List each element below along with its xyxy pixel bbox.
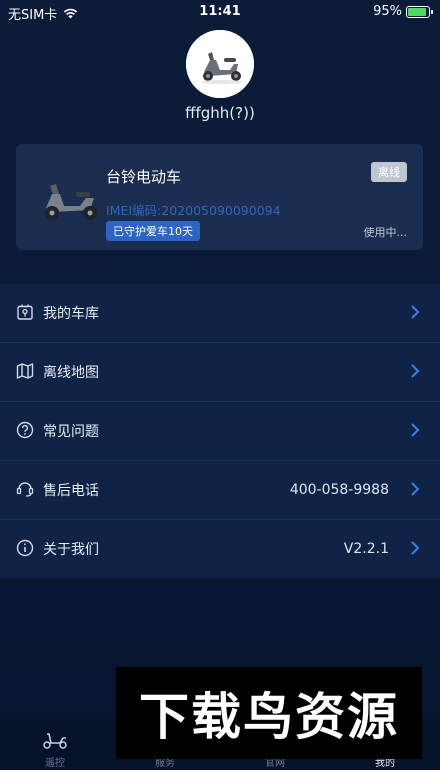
protect-days-badge: 已守护爱车10天 <box>106 221 200 241</box>
vehicle-name: 台铃电动车 <box>106 168 182 186</box>
app-version: V2.2.1 <box>343 541 389 557</box>
user-nickname[interactable]: fffghh(?)) <box>0 104 440 122</box>
status-bar: 无SIM卡 11:41 95% <box>0 0 440 26</box>
avatar[interactable] <box>186 30 254 98</box>
tab-label: 遥控 <box>45 758 65 769</box>
vehicle-imei: IMEI编码:202005090090094 <box>106 203 281 218</box>
chevron-right-icon <box>411 482 420 496</box>
settings-menu: 我的车库 离线地图 常见问题 售后电话 400-058-9988 关于我们 V2… <box>0 284 440 578</box>
scooter-avatar-icon <box>186 30 254 98</box>
chevron-right-icon <box>411 423 420 437</box>
question-icon <box>16 421 34 439</box>
menu-item-about[interactable]: 关于我们 V2.2.1 <box>0 520 440 578</box>
tab-remote[interactable]: 遥控 <box>0 718 110 770</box>
offline-status-badge: 离线 <box>371 162 407 182</box>
menu-item-support-phone[interactable]: 售后电话 400-058-9988 <box>0 461 440 520</box>
map-icon <box>16 363 34 379</box>
menu-item-faq[interactable]: 常见问题 <box>0 402 440 461</box>
watermark: 下载鸟资源 <box>116 667 422 759</box>
menu-label: 关于我们 <box>43 542 99 558</box>
garage-icon <box>17 304 33 320</box>
menu-item-garage[interactable]: 我的车库 <box>0 284 440 343</box>
vehicle-card[interactable]: 台铃电动车 IMEI编码:202005090090094 已守护爱车10天 离线… <box>16 144 423 250</box>
scooter-image-icon <box>45 184 97 220</box>
chevron-right-icon <box>411 541 420 555</box>
menu-label: 离线地图 <box>43 365 99 381</box>
scooter-tab-icon <box>43 733 67 749</box>
phone-support-icon <box>16 482 34 497</box>
battery-icon <box>406 5 433 18</box>
menu-item-offline-map[interactable]: 离线地图 <box>0 343 440 402</box>
chevron-right-icon <box>411 364 420 378</box>
watermark-text: 下载鸟资源 <box>139 688 399 746</box>
usage-status: 使用中... <box>363 226 408 239</box>
battery-fill <box>408 7 426 16</box>
menu-label: 常见问题 <box>43 424 99 440</box>
battery-percent: 95% <box>373 4 402 19</box>
menu-label: 售后电话 <box>43 483 99 499</box>
info-icon <box>16 539 34 557</box>
status-right: 95% <box>373 4 433 19</box>
menu-label: 我的车库 <box>43 306 99 322</box>
support-phone-number: 400-058-9988 <box>289 482 389 498</box>
chevron-right-icon <box>411 305 420 319</box>
